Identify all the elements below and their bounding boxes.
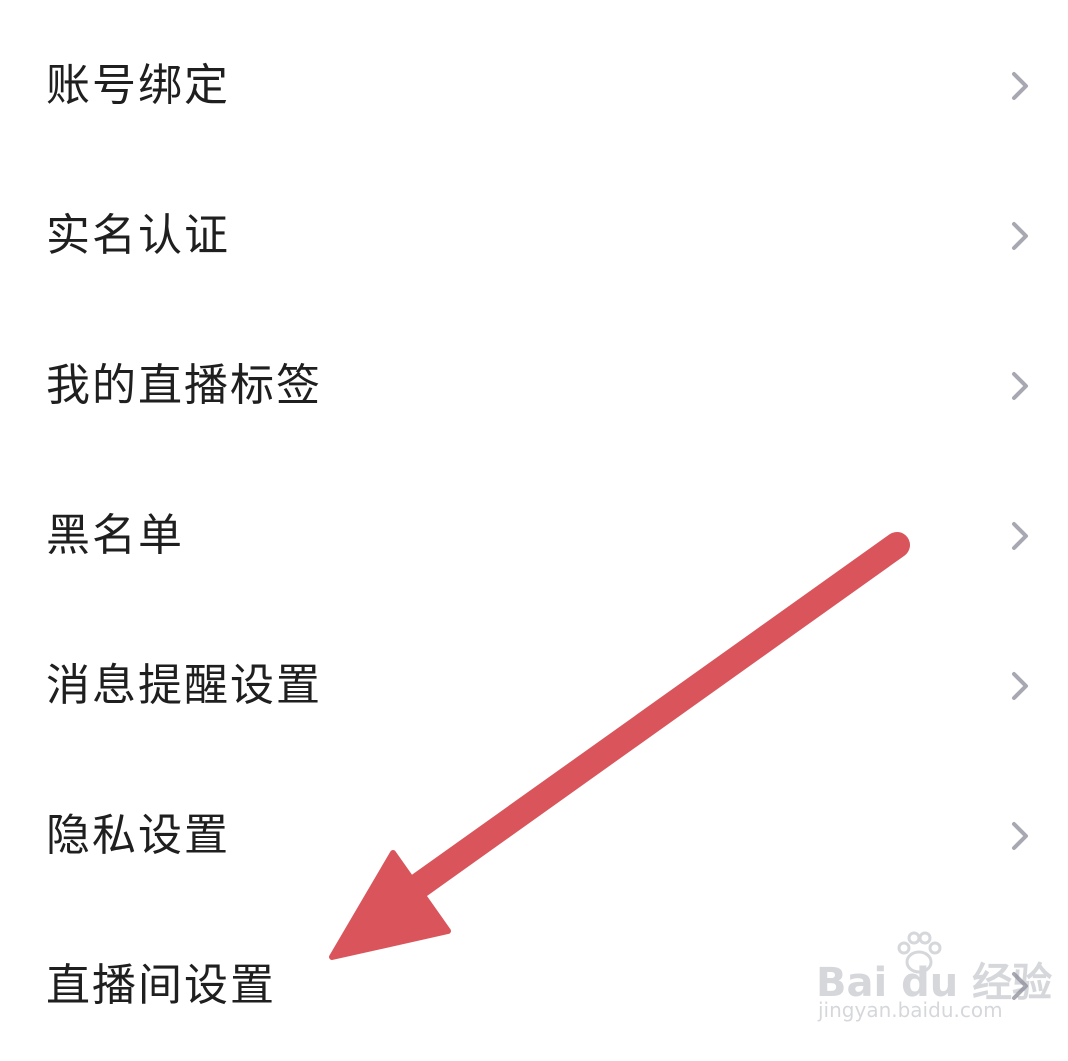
settings-item-real-name-auth[interactable]: 实名认证: [0, 161, 1068, 311]
settings-item-label: 黑名单: [46, 510, 184, 561]
settings-item-notification-settings[interactable]: 消息提醒设置: [0, 611, 1068, 761]
settings-item-label: 直播间设置: [46, 960, 276, 1011]
chevron-right-icon: [1006, 516, 1034, 556]
chevron-right-icon: [1006, 666, 1034, 706]
settings-item-live-tags[interactable]: 我的直播标签: [0, 311, 1068, 461]
chevron-right-icon: [1006, 366, 1034, 406]
chevron-right-icon: [1006, 816, 1034, 856]
settings-item-blacklist[interactable]: 黑名单: [0, 461, 1068, 611]
settings-item-label: 实名认证: [46, 210, 230, 261]
settings-item-label: 我的直播标签: [46, 360, 322, 411]
settings-item-privacy-settings[interactable]: 隐私设置: [0, 761, 1068, 911]
settings-item-account-binding[interactable]: 账号绑定: [0, 11, 1068, 161]
settings-item-live-room-settings[interactable]: 直播间设置: [0, 911, 1068, 1061]
settings-item-label: 隐私设置: [46, 810, 230, 861]
settings-item-label: 账号绑定: [46, 60, 230, 111]
chevron-right-icon: [1006, 66, 1034, 106]
chevron-right-icon: [1006, 966, 1034, 1006]
chevron-right-icon: [1006, 216, 1034, 256]
settings-list: 账号绑定 实名认证 我的直播标签 黑名单 消息提醒设置 隐私设置 直播间设置: [0, 0, 1068, 1048]
settings-item-label: 消息提醒设置: [46, 660, 322, 711]
